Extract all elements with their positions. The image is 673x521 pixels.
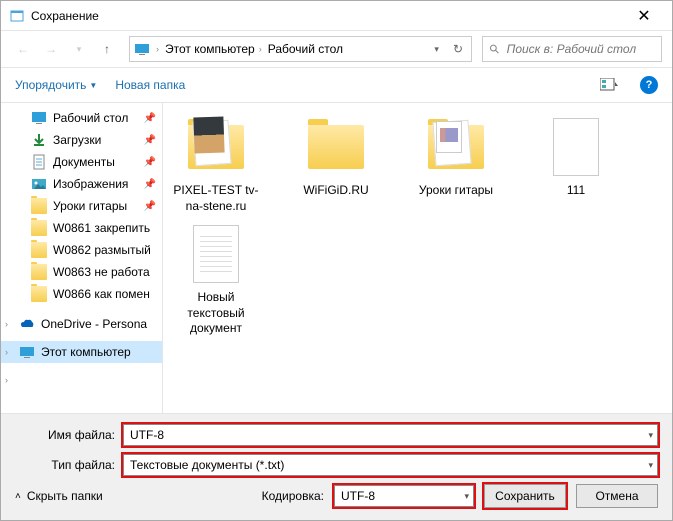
- thumbnail-icon: [436, 121, 462, 153]
- up-button[interactable]: ↑: [95, 37, 119, 61]
- bottom-panel: Имя файла: UTF-8▾ Тип файла: Текстовые д…: [1, 413, 672, 520]
- folder-icon: [31, 220, 47, 236]
- thumbnail-icon: [193, 116, 224, 153]
- sidebar: Рабочий стол📌 Загрузки📌 Документы📌 Изобр…: [1, 103, 163, 413]
- encoding-select[interactable]: UTF-8▾: [334, 485, 474, 507]
- sidebar-item-onedrive[interactable]: ›OneDrive - Persona: [1, 313, 162, 335]
- chevron-right-icon: ›: [156, 44, 159, 54]
- address-bar[interactable]: › Этот компьютер› Рабочий стол ▾ ↻: [129, 36, 472, 62]
- file-list: PIXEL-TEST tv-na-stene.ru WiFiGiD.RU Уро…: [163, 103, 672, 413]
- list-item[interactable]: Уроки гитары: [411, 115, 501, 214]
- chevron-down-icon[interactable]: ▾: [648, 460, 653, 471]
- history-dropdown[interactable]: ▾: [430, 44, 443, 55]
- list-item[interactable]: WiFiGiD.RU: [291, 115, 381, 214]
- breadcrumb-desktop[interactable]: Рабочий стол: [268, 42, 343, 56]
- search-icon: [489, 43, 501, 56]
- breadcrumb-pc[interactable]: Этот компьютер›: [165, 42, 262, 56]
- new-folder-button[interactable]: Новая папка: [115, 78, 185, 92]
- sidebar-item-desktop[interactable]: Рабочий стол📌: [1, 107, 162, 129]
- list-item[interactable]: PIXEL-TEST tv-na-stene.ru: [171, 115, 261, 214]
- help-button[interactable]: ?: [640, 76, 658, 94]
- encoding-label: Кодировка:: [262, 489, 324, 503]
- filetype-label: Тип файла:: [15, 458, 123, 472]
- recent-dropdown[interactable]: ▾: [67, 37, 91, 61]
- app-icon: [9, 8, 25, 24]
- filename-label: Имя файла:: [15, 428, 123, 442]
- pictures-icon: [31, 176, 47, 192]
- pin-icon: 📌: [144, 179, 156, 190]
- sidebar-item-folder[interactable]: W0862 размытый: [1, 239, 162, 261]
- pin-icon: 📌: [144, 113, 156, 124]
- search-input[interactable]: [507, 42, 655, 56]
- folder-icon: [31, 198, 47, 214]
- chevron-down-icon[interactable]: ▾: [464, 491, 469, 502]
- view-options[interactable]: [596, 74, 622, 96]
- titlebar: Сохранение ✕: [1, 1, 672, 31]
- filetype-select[interactable]: Текстовые документы (*.txt)▾: [123, 454, 658, 476]
- window-title: Сохранение: [31, 9, 624, 23]
- chevron-right-icon: ›: [5, 375, 8, 385]
- pc-icon: [19, 344, 35, 360]
- chevron-right-icon: ›: [5, 319, 8, 329]
- document-icon: [31, 154, 47, 170]
- sidebar-item-folder[interactable]: Уроки гитары📌: [1, 195, 162, 217]
- close-button[interactable]: ✕: [624, 6, 664, 26]
- navbar: ← → ▾ ↑ › Этот компьютер› Рабочий стол ▾…: [1, 31, 672, 67]
- list-item[interactable]: Новый текстовый документ: [171, 222, 261, 337]
- forward-button[interactable]: →: [39, 37, 63, 61]
- pin-icon: 📌: [144, 157, 156, 168]
- document-icon: [553, 118, 599, 176]
- back-button[interactable]: ←: [11, 37, 35, 61]
- sidebar-item-thispc[interactable]: ›Этот компьютер: [1, 341, 162, 363]
- sidebar-item-folder[interactable]: W0863 не работа: [1, 261, 162, 283]
- list-item[interactable]: 111: [531, 115, 621, 214]
- chevron-down-icon[interactable]: ▾: [648, 430, 653, 441]
- organize-menu[interactable]: Упорядочить ▼: [15, 78, 97, 92]
- folder-icon: [31, 286, 47, 302]
- folder-icon: [31, 242, 47, 258]
- save-button[interactable]: Сохранить: [484, 484, 566, 508]
- folder-icon: [31, 264, 47, 280]
- sidebar-item-folder[interactable]: W0861 закрепить: [1, 217, 162, 239]
- folder-icon: [308, 125, 364, 169]
- chevron-right-icon: ›: [5, 347, 8, 357]
- download-icon: [31, 132, 47, 148]
- desktop-icon: [31, 110, 47, 126]
- sidebar-item-folder[interactable]: W0866 как помен: [1, 283, 162, 305]
- pin-icon: 📌: [144, 135, 156, 146]
- pin-icon: 📌: [144, 201, 156, 212]
- sidebar-item-downloads[interactable]: Загрузки📌: [1, 129, 162, 151]
- sidebar-item-more[interactable]: ›: [1, 369, 162, 391]
- chevron-up-icon: ˄: [15, 491, 21, 502]
- sidebar-item-documents[interactable]: Документы📌: [1, 151, 162, 173]
- onedrive-icon: [19, 316, 35, 332]
- cancel-button[interactable]: Отмена: [576, 484, 658, 508]
- refresh-button[interactable]: ↻: [449, 42, 467, 56]
- document-icon: [193, 225, 239, 283]
- filename-input[interactable]: UTF-8▾: [123, 424, 658, 446]
- pc-icon: [134, 41, 150, 57]
- toolbar: Упорядочить ▼ Новая папка ?: [1, 67, 672, 103]
- search-box[interactable]: [482, 36, 662, 62]
- hide-folders-toggle[interactable]: ˄Скрыть папки: [15, 489, 103, 503]
- sidebar-item-pictures[interactable]: Изображения📌: [1, 173, 162, 195]
